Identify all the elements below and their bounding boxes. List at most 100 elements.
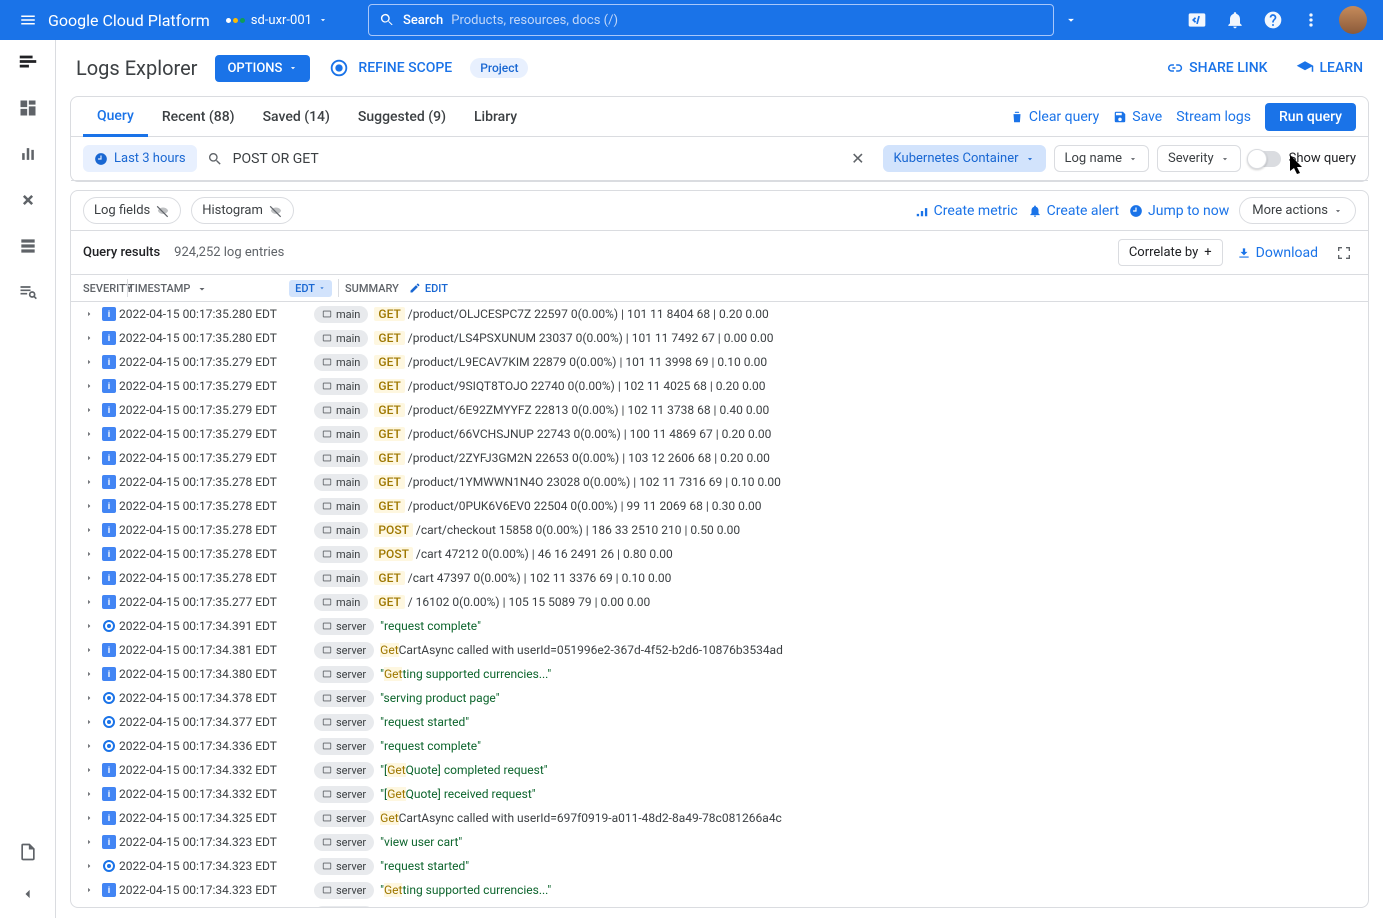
expand-icon[interactable] (79, 477, 99, 487)
expand-icon[interactable] (79, 885, 99, 895)
correlate-button[interactable]: Correlate by + (1118, 239, 1223, 266)
container-tag[interactable]: main (314, 594, 368, 611)
expand-icon[interactable] (79, 429, 99, 439)
expand-icon[interactable] (79, 837, 99, 847)
container-tag[interactable]: server (314, 810, 374, 827)
log-row[interactable]: i2022-04-15 00:17:35.278 EDTmainGET /pro… (71, 470, 1368, 494)
expand-icon[interactable] (79, 621, 99, 631)
learn-button[interactable]: LEARN (1296, 59, 1364, 77)
tab-recent[interactable]: Recent (88) (148, 97, 249, 136)
container-tag[interactable]: server (314, 906, 374, 908)
log-row[interactable]: i2022-04-15 00:17:34.332 EDTserver"[GetQ… (71, 782, 1368, 806)
container-tag[interactable]: main (314, 378, 368, 395)
more-vert-icon[interactable] (1301, 10, 1321, 30)
gcp-logo[interactable]: Google Cloud Platform (48, 11, 210, 30)
expand-icon[interactable] (79, 669, 99, 679)
expand-icon[interactable] (79, 813, 99, 823)
log-row[interactable]: 2022-04-15 00:17:34.378 EDTserver"servin… (71, 686, 1368, 710)
clear-query-button[interactable]: Clear query (1010, 109, 1099, 125)
user-avatar[interactable] (1339, 6, 1367, 34)
log-row[interactable]: i2022-04-15 00:17:35.280 EDTmainGET /pro… (71, 326, 1368, 350)
expand-icon[interactable] (79, 525, 99, 535)
help-icon[interactable] (1263, 10, 1283, 30)
timezone-selector[interactable]: EDT (289, 280, 332, 297)
create-alert-button[interactable]: Create alert (1028, 203, 1119, 219)
container-tag[interactable]: main (314, 522, 368, 539)
create-metric-button[interactable]: Create metric (915, 203, 1018, 219)
log-analytics-icon[interactable] (16, 280, 40, 304)
fullscreen-icon[interactable] (1332, 245, 1356, 261)
more-actions-button[interactable]: More actions (1239, 197, 1356, 224)
log-row[interactable]: i2022-04-15 00:17:35.279 EDTmainGET /pro… (71, 374, 1368, 398)
collapse-icon[interactable] (16, 882, 40, 906)
expand-icon[interactable] (79, 741, 99, 751)
router-icon[interactable] (16, 188, 40, 212)
container-tag[interactable]: main (314, 450, 368, 467)
expand-icon[interactable] (79, 309, 99, 319)
container-tag[interactable]: main (314, 426, 368, 443)
log-row[interactable]: i2022-04-15 00:17:35.279 EDTmainGET /pro… (71, 422, 1368, 446)
expand-icon[interactable] (79, 693, 99, 703)
container-tag[interactable]: server (314, 882, 374, 899)
stream-logs-button[interactable]: Stream logs (1176, 109, 1251, 125)
log-row[interactable]: i2022-04-15 00:17:34.325 EDTserverGetCar… (71, 806, 1368, 830)
container-tag[interactable]: server (314, 762, 374, 779)
log-row[interactable]: i2022-04-15 00:17:35.277 EDTmainGET / 16… (71, 590, 1368, 614)
container-tag[interactable]: main (314, 330, 368, 347)
expand-icon[interactable] (79, 717, 99, 727)
hamburger-menu-icon[interactable] (8, 11, 48, 29)
container-tag[interactable]: server (314, 642, 374, 659)
expand-icon[interactable] (79, 357, 99, 367)
container-tag[interactable]: server (314, 714, 374, 731)
download-button[interactable]: Download (1237, 245, 1318, 261)
log-row[interactable]: i2022-04-15 00:17:34.381 EDTserverGetCar… (71, 638, 1368, 662)
log-row[interactable]: i2022-04-15 00:17:35.278 EDTmainPOST /ca… (71, 518, 1368, 542)
container-tag[interactable]: main (314, 570, 368, 587)
container-tag[interactable]: main (314, 474, 368, 491)
container-tag[interactable]: server (314, 666, 374, 683)
expand-icon[interactable] (79, 333, 99, 343)
query-text[interactable]: POST OR GET (233, 151, 833, 167)
severity-chip[interactable]: Severity (1157, 145, 1241, 172)
container-tag[interactable]: server (314, 690, 374, 707)
expand-icon[interactable] (79, 861, 99, 871)
tab-query[interactable]: Query (83, 98, 148, 137)
tab-library[interactable]: Library (460, 97, 531, 136)
logs-dashboard-icon[interactable] (16, 96, 40, 120)
jump-to-now-button[interactable]: Jump to now (1129, 203, 1229, 219)
container-tag[interactable]: server (314, 738, 374, 755)
container-tag[interactable]: main (314, 498, 368, 515)
container-tag[interactable]: main (314, 354, 368, 371)
expand-icon[interactable] (79, 501, 99, 511)
expand-icon[interactable] (79, 549, 99, 559)
log-row[interactable]: 2022-04-15 00:17:34.391 EDTserver"reques… (71, 614, 1368, 638)
sort-desc-icon[interactable] (196, 282, 208, 294)
cloud-shell-icon[interactable] (1187, 10, 1207, 30)
expand-icon[interactable] (79, 645, 99, 655)
logname-chip[interactable]: Log name (1054, 145, 1149, 172)
log-row[interactable]: i2022-04-15 00:17:35.279 EDTmainGET /pro… (71, 350, 1368, 374)
container-tag[interactable]: main (314, 402, 368, 419)
container-tag[interactable]: server (314, 858, 374, 875)
log-row[interactable]: i2022-04-15 00:17:35.280 EDTmainGET /pro… (71, 302, 1368, 326)
edit-summary-button[interactable]: EDIT (409, 282, 448, 295)
project-selector[interactable]: sd-uxr-001 (226, 13, 328, 28)
log-row[interactable]: i2022-04-15 00:17:34.323 EDTserver"Getti… (71, 878, 1368, 902)
log-row[interactable]: 2022-04-15 00:17:34.323 EDTserver"reques… (71, 854, 1368, 878)
log-fields-chip[interactable]: Log fields (83, 197, 181, 224)
expand-icon[interactable] (79, 405, 99, 415)
refine-scope-button[interactable]: REFINE SCOPE (328, 57, 452, 79)
log-row[interactable]: i2022-04-15 00:17:35.278 EDTmainGET /car… (71, 566, 1368, 590)
log-row[interactable]: i2022-04-15 00:17:35.278 EDTmainPOST /ca… (71, 542, 1368, 566)
expand-icon[interactable] (79, 597, 99, 607)
clear-filter-icon[interactable]: ✕ (843, 149, 872, 168)
release-notes-icon[interactable] (16, 840, 40, 864)
container-tag[interactable]: server (314, 786, 374, 803)
log-row[interactable]: i2022-04-15 00:17:34.332 EDTserver"[GetQ… (71, 758, 1368, 782)
log-row[interactable]: 2022-04-15 00:17:34.336 EDTserver"reques… (71, 734, 1368, 758)
histogram-chip[interactable]: Histogram (191, 197, 294, 224)
search-dropdown-icon[interactable] (1054, 13, 1088, 27)
log-row[interactable]: i2022-04-15 00:17:34.323 EDTserver"view … (71, 830, 1368, 854)
log-row[interactable]: i2022-04-15 00:17:35.279 EDTmainGET /pro… (71, 446, 1368, 470)
container-tag[interactable]: main (314, 306, 368, 323)
